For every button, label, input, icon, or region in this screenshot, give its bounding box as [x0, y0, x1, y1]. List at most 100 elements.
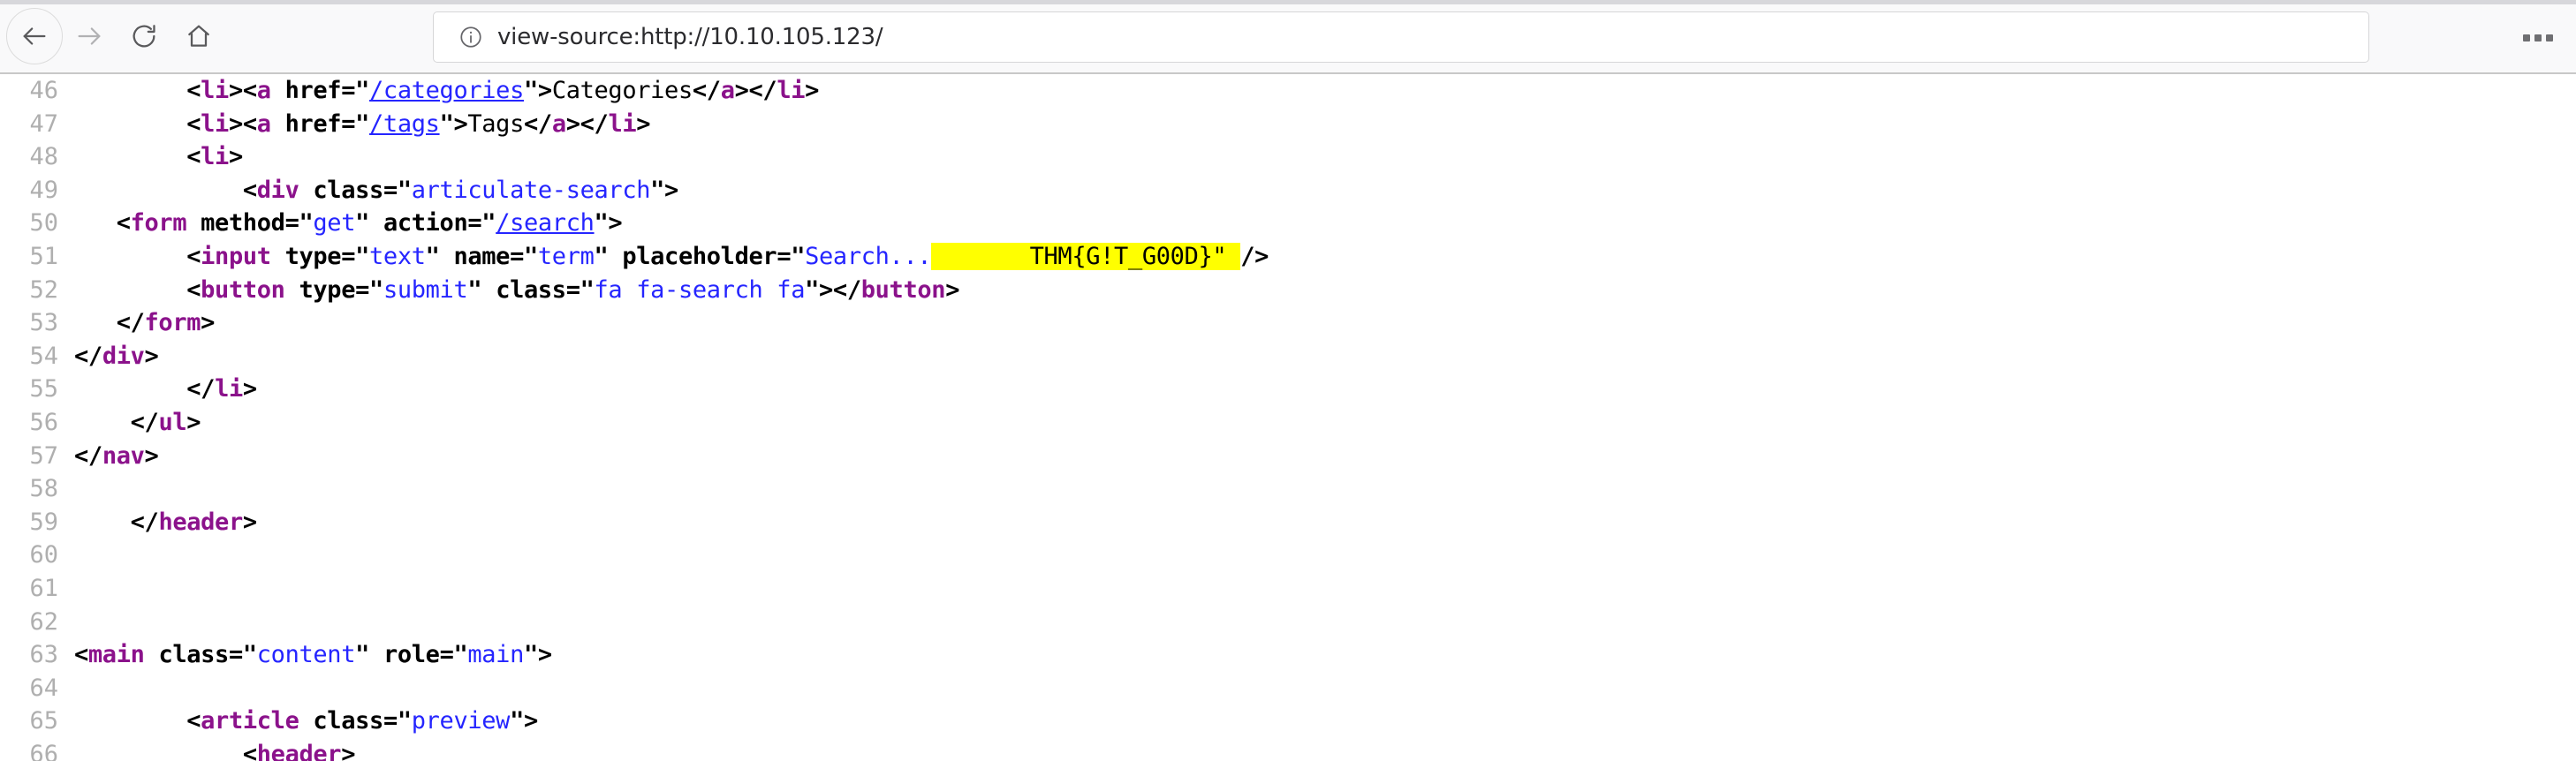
code-token-val: term: [537, 242, 595, 270]
line-number: 50: [29, 209, 58, 237]
code-token-punct: <: [74, 707, 201, 735]
line-content[interactable]: <main class="content" role="main">: [74, 638, 2576, 672]
code-token-link[interactable]: /categories: [369, 77, 524, 104]
menu-button[interactable]: [2516, 16, 2560, 60]
line-content[interactable]: <form method="get" action="/search">: [74, 207, 2576, 240]
reload-button[interactable]: [117, 9, 171, 64]
code-token-tag: ul: [158, 408, 187, 436]
line-number: 49: [29, 176, 58, 204]
code-token-link[interactable]: /search: [496, 209, 595, 237]
line-content[interactable]: </form>: [74, 306, 2576, 340]
highlighted-flag: THM{G!T_G00D}": [931, 242, 1241, 270]
code-token-val: text: [369, 242, 426, 270]
info-circle-icon[interactable]: [458, 25, 483, 49]
menu-dot-icon: [2534, 34, 2542, 41]
code-token-punct: >: [228, 143, 243, 171]
code-token-punct: <: [74, 209, 131, 237]
source-line: 49 <div class="articulate-search">: [0, 174, 2576, 207]
code-token-punct: </: [74, 375, 216, 403]
line-content[interactable]: [74, 472, 2576, 506]
view-source-content[interactable]: 46 <li><a href="/categories">Categories<…: [0, 74, 2576, 761]
code-token-punct: ><: [228, 77, 257, 104]
line-number: 47: [29, 109, 58, 138]
code-token-val: preview: [411, 707, 511, 735]
line-number: 48: [29, 143, 58, 171]
code-token-link[interactable]: /tags: [369, 110, 440, 138]
line-content[interactable]: </li>: [74, 373, 2576, 406]
code-token-tag: nav: [102, 441, 145, 470]
source-line: 62: [0, 606, 2576, 639]
code-token-punct: [271, 77, 285, 104]
code-token-punct: <: [74, 242, 201, 270]
line-content[interactable]: </header>: [74, 506, 2576, 539]
line-content[interactable]: <article class="preview">: [74, 704, 2576, 738]
code-token-punct: [285, 276, 299, 304]
line-number: 55: [29, 375, 58, 403]
code-token-text: Tags: [467, 109, 524, 138]
code-token-punct: <: [74, 176, 257, 204]
source-line: 59 </header>: [0, 506, 2576, 539]
url-text[interactable]: view-source:http://10.10.105.123/: [497, 26, 883, 49]
line-number: 51: [29, 242, 58, 270]
menu-dot-icon: [2546, 34, 2553, 41]
source-line: 52 <button type="submit" class="fa fa-se…: [0, 274, 2576, 307]
code-token-attr: href: [284, 109, 342, 138]
source-line: 66 <header>: [0, 738, 2576, 761]
url-bar[interactable]: view-source:http://10.10.105.123/: [433, 11, 2369, 63]
line-content[interactable]: <li><a href="/tags">Tags</a></li>: [74, 108, 2576, 141]
code-token-punct: ": [467, 275, 496, 304]
code-token-attr: class: [313, 176, 383, 204]
line-number: 64: [29, 674, 58, 702]
code-token-punct: >: [341, 740, 356, 761]
back-button[interactable]: [6, 8, 63, 64]
code-token-attr: type: [284, 242, 342, 270]
code-token-tag: div: [102, 342, 145, 370]
line-content[interactable]: <div class="articulate-search">: [74, 174, 2576, 207]
line-content[interactable]: [74, 539, 2576, 572]
code-token-punct: <: [74, 143, 201, 171]
forward-button[interactable]: [62, 9, 117, 64]
code-token-tag: a: [256, 77, 271, 104]
line-content[interactable]: <li>: [74, 140, 2576, 174]
source-line: 57 </nav>: [0, 440, 2576, 473]
line-number: 62: [29, 607, 58, 636]
line-content[interactable]: <li><a href="/categories">Categories</a>…: [74, 74, 2576, 108]
line-content[interactable]: [74, 572, 2576, 606]
line-content[interactable]: </nav>: [74, 440, 2576, 473]
reload-icon: [133, 25, 155, 48]
line-content[interactable]: [74, 672, 2576, 705]
line-content[interactable]: [74, 606, 2576, 639]
code-token-tag: li: [777, 77, 806, 104]
code-token-attr: type: [299, 275, 356, 304]
code-token-attr: class: [158, 641, 229, 669]
code-token-punct: ": [594, 242, 623, 270]
code-token-attr: name: [453, 242, 511, 270]
line-content[interactable]: <header>: [74, 738, 2576, 761]
line-number: 57: [29, 441, 58, 470]
code-token-punct: ></: [734, 77, 777, 104]
line-content[interactable]: </div>: [74, 340, 2576, 373]
source-line: 58: [0, 472, 2576, 506]
line-content[interactable]: </ul>: [74, 406, 2576, 440]
code-token-tag: a: [720, 77, 735, 104]
line-number: 52: [29, 275, 58, 304]
code-token-punct: >: [144, 342, 159, 370]
code-token-punct: =": [284, 209, 314, 237]
home-button[interactable]: [171, 9, 226, 64]
code-token-punct: =": [777, 242, 806, 270]
source-line: 60: [0, 539, 2576, 572]
code-token-punct: =": [467, 209, 496, 237]
code-token-val: get: [313, 209, 356, 237]
line-number: 53: [29, 309, 58, 337]
line-content[interactable]: <button type="submit" class="fa fa-searc…: [74, 274, 2576, 307]
line-number: 66: [29, 740, 58, 761]
code-token-punct: >: [186, 408, 201, 436]
code-token-attr: action: [383, 209, 468, 237]
line-content[interactable]: <input type="text" name="term" placehold…: [74, 240, 2576, 274]
source-line: 46 <li><a href="/categories">Categories<…: [0, 74, 2576, 108]
code-token-punct: =": [383, 707, 412, 735]
code-token-val: content: [256, 641, 356, 669]
code-token-punct: <: [74, 740, 257, 761]
code-token-tag: li: [201, 77, 229, 104]
code-token-tag: a: [551, 109, 566, 138]
